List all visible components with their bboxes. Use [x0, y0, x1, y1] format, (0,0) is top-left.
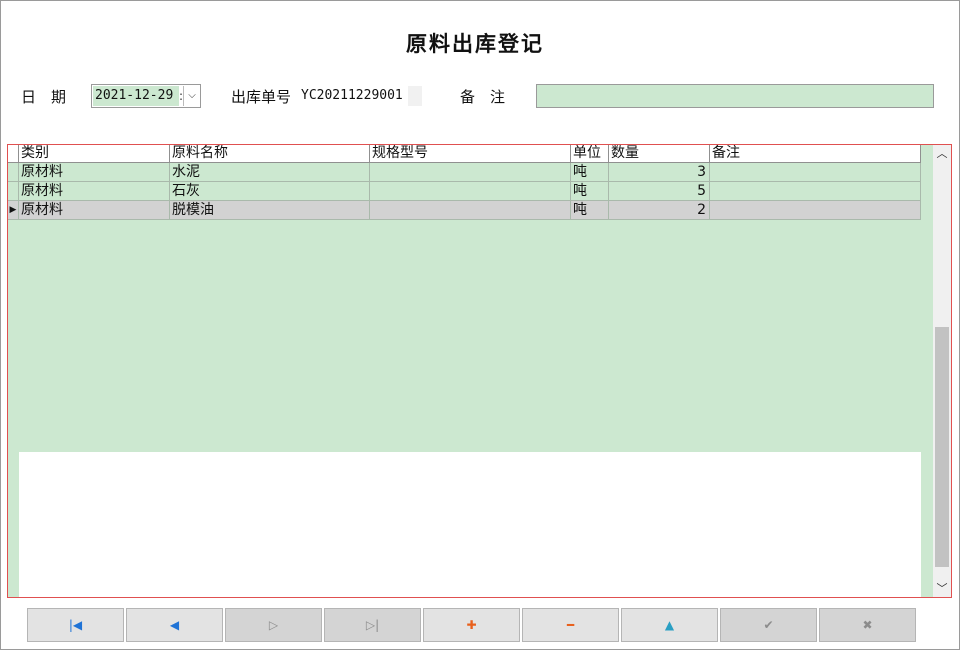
- order-no-label: 出库单号: [231, 88, 292, 106]
- cell-qty[interactable]: 2: [609, 201, 710, 219]
- grid-empty-area: [19, 452, 921, 597]
- scroll-up-icon[interactable]: ︿: [933, 145, 951, 162]
- cell-remark[interactable]: [710, 163, 921, 181]
- cell-qty[interactable]: 5: [609, 182, 710, 200]
- next-record-button[interactable]: ▷: [225, 608, 322, 642]
- cell-spec[interactable]: [370, 182, 571, 200]
- cancel-button[interactable]: ✖: [819, 608, 916, 642]
- column-header-name[interactable]: 原料名称: [170, 145, 370, 162]
- minus-icon: ━: [566, 618, 575, 632]
- cell-remark[interactable]: [710, 182, 921, 200]
- column-header-qty[interactable]: 数量: [609, 145, 710, 162]
- cell-type[interactable]: 原材料: [19, 201, 170, 219]
- cell-spec[interactable]: [370, 201, 571, 219]
- cell-name[interactable]: 脱模油: [170, 201, 370, 219]
- column-header-type[interactable]: 类别: [19, 145, 170, 162]
- column-header-spec[interactable]: 规格型号: [370, 145, 571, 162]
- confirm-button[interactable]: ✔: [720, 608, 817, 642]
- column-header-unit[interactable]: 单位: [571, 145, 609, 162]
- add-record-button[interactable]: ✚: [423, 608, 520, 642]
- date-label: 日 期: [21, 88, 67, 106]
- scroll-thumb[interactable]: [935, 327, 949, 567]
- remark-input[interactable]: [536, 84, 934, 108]
- table-row-selected[interactable]: ▶ 原材料 脱模油 吨 2: [8, 201, 921, 220]
- first-record-button[interactable]: |◀: [27, 608, 124, 642]
- cell-unit[interactable]: 吨: [571, 163, 609, 181]
- header-selector: [8, 145, 19, 162]
- cell-spec[interactable]: [370, 163, 571, 181]
- chevron-down-icon[interactable]: ⌵: [183, 86, 200, 106]
- cell-name[interactable]: 石灰: [170, 182, 370, 200]
- cell-unit[interactable]: 吨: [571, 182, 609, 200]
- cell-type[interactable]: 原材料: [19, 182, 170, 200]
- vertical-scrollbar[interactable]: ︿ ﹀: [933, 145, 951, 597]
- last-record-icon: ▷|: [365, 618, 380, 632]
- order-no-value: YC20211229001: [301, 86, 422, 106]
- cell-type[interactable]: 原材料: [19, 163, 170, 181]
- delete-record-button[interactable]: ━: [522, 608, 619, 642]
- cell-qty[interactable]: 3: [609, 163, 710, 181]
- date-value[interactable]: 2021-12-29: [93, 86, 179, 106]
- date-picker[interactable]: 2021-12-29 : ⌵: [91, 84, 201, 108]
- table-row[interactable]: 原材料 水泥 吨 3: [8, 163, 921, 182]
- first-record-icon: |◀: [68, 618, 83, 632]
- plus-icon: ✚: [466, 618, 477, 632]
- remark-label: 备 注: [460, 88, 506, 106]
- current-row-icon[interactable]: ▶: [8, 201, 19, 219]
- prev-record-icon: ◀: [169, 618, 180, 632]
- page-title: 原料出库登记: [406, 31, 544, 56]
- prev-record-button[interactable]: ◀: [126, 608, 223, 642]
- row-selector[interactable]: [8, 182, 19, 200]
- last-record-button[interactable]: ▷|: [324, 608, 421, 642]
- edit-record-button[interactable]: ▲: [621, 608, 718, 642]
- cell-name[interactable]: 水泥: [170, 163, 370, 181]
- material-grid[interactable]: 类别 原料名称 规格型号 单位 数量 备注 原材料 水泥 吨 3 原材料 石灰 …: [7, 144, 952, 598]
- row-selector[interactable]: [8, 163, 19, 181]
- grid-header: 类别 原料名称 规格型号 单位 数量 备注: [8, 145, 921, 163]
- cell-remark[interactable]: [710, 201, 921, 219]
- column-header-remark[interactable]: 备注: [710, 145, 921, 162]
- check-icon: ✔: [763, 618, 774, 632]
- triangle-up-icon: ▲: [664, 618, 675, 632]
- close-icon: ✖: [862, 618, 873, 632]
- table-row[interactable]: 原材料 石灰 吨 5: [8, 182, 921, 201]
- next-record-icon: ▷: [268, 618, 279, 632]
- cell-unit[interactable]: 吨: [571, 201, 609, 219]
- scroll-down-icon[interactable]: ﹀: [933, 580, 951, 597]
